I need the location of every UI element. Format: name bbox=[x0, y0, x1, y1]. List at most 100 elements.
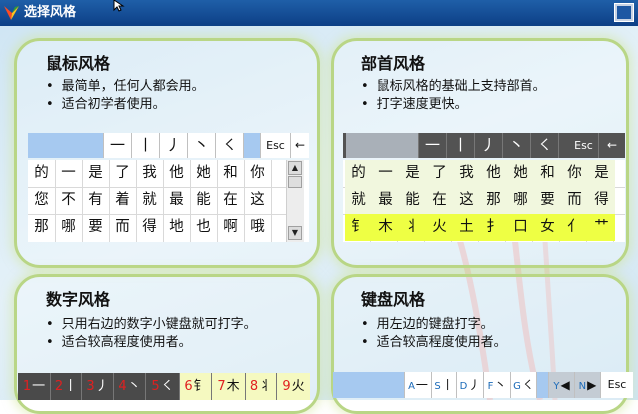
candidate-char[interactable]: 就 bbox=[136, 187, 163, 214]
radical-key[interactable]: 女 bbox=[534, 214, 561, 241]
candidate-char[interactable]: 的 bbox=[28, 160, 55, 187]
mouse-cursor-icon bbox=[113, 0, 125, 12]
candidate-char[interactable]: 而 bbox=[109, 214, 136, 241]
next-page-key[interactable]: N▶ bbox=[575, 372, 601, 398]
candidate-char[interactable]: 得 bbox=[136, 214, 163, 241]
stroke-key[interactable]: ㇛ bbox=[216, 133, 244, 158]
scroll-down-button[interactable]: ▼ bbox=[288, 226, 302, 240]
candidate-char[interactable]: 和 bbox=[217, 160, 244, 187]
backspace-button[interactable]: ← bbox=[291, 133, 309, 158]
candidate-char[interactable]: 得 bbox=[588, 187, 615, 214]
radical-key[interactable]: 口 bbox=[507, 214, 534, 241]
number-key[interactable]: 4丶 bbox=[114, 373, 146, 400]
candidate-char[interactable]: 那 bbox=[480, 187, 507, 214]
number-key[interactable]: 8丬 bbox=[246, 373, 277, 400]
radical-stroke-bar: 一 丨 丿 丶 ㇛ Esc ← bbox=[343, 133, 625, 158]
candidate-char[interactable]: 在 bbox=[217, 187, 244, 214]
input-box[interactable] bbox=[346, 133, 419, 158]
candidate-char[interactable]: 啊 bbox=[217, 214, 244, 241]
radical-key[interactable]: 丬 bbox=[399, 214, 426, 241]
keyboard-key[interactable]: G㇛ bbox=[511, 372, 537, 398]
number-key[interactable]: 2丨 bbox=[51, 373, 82, 400]
scroll-thumb[interactable] bbox=[288, 176, 302, 188]
esc-button[interactable]: Esc bbox=[601, 372, 633, 398]
stroke-key[interactable]: ㇛ bbox=[531, 133, 559, 158]
number-key[interactable]: 5㇛ bbox=[146, 373, 180, 400]
radical-key[interactable]: 钅 bbox=[345, 214, 372, 241]
candidate-char[interactable]: 就 bbox=[345, 187, 372, 214]
radical-key[interactable]: 亻 bbox=[561, 214, 588, 241]
number-key[interactable]: 3丿 bbox=[82, 373, 114, 400]
candidate-char[interactable]: 最 bbox=[163, 187, 190, 214]
number-key[interactable]: 7木 bbox=[212, 373, 246, 400]
number-key[interactable]: 1一 bbox=[18, 373, 51, 400]
candidate-char[interactable]: 的 bbox=[345, 160, 372, 187]
candidate-char[interactable]: 她 bbox=[507, 160, 534, 187]
esc-button[interactable]: Esc bbox=[261, 133, 291, 158]
stroke-key[interactable]: 丿 bbox=[475, 133, 503, 158]
candidate-char[interactable]: 您 bbox=[28, 187, 55, 214]
candidate-char[interactable]: 一 bbox=[372, 160, 399, 187]
keyboard-key[interactable]: F丶 bbox=[484, 372, 511, 398]
esc-button[interactable]: Esc bbox=[569, 133, 599, 158]
candidate-char[interactable]: 他 bbox=[163, 160, 190, 187]
candidate-char[interactable]: 能 bbox=[399, 187, 426, 214]
candidate-char[interactable]: 不 bbox=[55, 187, 82, 214]
radical-key[interactable]: 火 bbox=[426, 214, 453, 241]
keyboard-key[interactable]: D丿 bbox=[457, 372, 484, 398]
candidate-char[interactable]: 哦 bbox=[244, 214, 271, 241]
radical-key[interactable]: 土 bbox=[453, 214, 480, 241]
stroke-key[interactable]: 丿 bbox=[160, 133, 188, 158]
candidate-char[interactable]: 这 bbox=[453, 187, 480, 214]
candidate-scrollbar[interactable]: ▲ ▼ bbox=[286, 160, 304, 242]
candidate-char[interactable]: 是 bbox=[399, 160, 426, 187]
stroke-key[interactable]: 一 bbox=[419, 133, 447, 158]
candidate-char[interactable]: 着 bbox=[109, 187, 136, 214]
close-button[interactable] bbox=[614, 3, 634, 22]
radical-key[interactable]: 扌 bbox=[480, 214, 507, 241]
stroke-key[interactable]: 丨 bbox=[447, 133, 475, 158]
radical-key[interactable]: 木 bbox=[372, 214, 399, 241]
candidate-char[interactable]: 最 bbox=[372, 187, 399, 214]
candidate-char[interactable]: 和 bbox=[534, 160, 561, 187]
candidate-char[interactable]: 也 bbox=[190, 214, 217, 241]
candidate-char[interactable]: 一 bbox=[55, 160, 82, 187]
number-key[interactable]: 6钅 bbox=[180, 373, 212, 400]
candidate-char[interactable]: 了 bbox=[426, 160, 453, 187]
input-box[interactable] bbox=[333, 372, 405, 398]
stroke-key[interactable]: 一 bbox=[104, 133, 132, 158]
candidate-char[interactable]: 地 bbox=[163, 214, 190, 241]
stroke-key[interactable]: 丨 bbox=[132, 133, 160, 158]
candidate-char[interactable]: 哪 bbox=[55, 214, 82, 241]
candidate-char[interactable]: 而 bbox=[561, 187, 588, 214]
stroke-key[interactable]: 丶 bbox=[188, 133, 216, 158]
candidate-char[interactable]: 是 bbox=[82, 160, 109, 187]
backspace-button[interactable]: ← bbox=[599, 133, 625, 158]
candidate-char[interactable]: 你 bbox=[561, 160, 588, 187]
candidate-char[interactable]: 我 bbox=[453, 160, 480, 187]
candidate-char[interactable]: 能 bbox=[190, 187, 217, 214]
input-box[interactable] bbox=[28, 133, 104, 158]
radical-key[interactable]: 艹 bbox=[588, 214, 615, 241]
candidate-char[interactable]: 要 bbox=[82, 214, 109, 241]
candidate-char[interactable]: 是 bbox=[588, 160, 615, 187]
keyboard-key[interactable]: A一 bbox=[405, 372, 432, 398]
keyboard-key[interactable]: S丨 bbox=[432, 372, 457, 398]
window-title: 选择风格 bbox=[24, 5, 77, 20]
candidate-char[interactable]: 你 bbox=[244, 160, 271, 187]
scroll-up-button[interactable]: ▲ bbox=[288, 161, 302, 175]
candidate-char[interactable]: 那 bbox=[28, 214, 55, 241]
candidate-char[interactable]: 他 bbox=[480, 160, 507, 187]
candidate-char[interactable]: 我 bbox=[136, 160, 163, 187]
stroke-key[interactable]: 丶 bbox=[503, 133, 531, 158]
candidate-char[interactable]: 她 bbox=[190, 160, 217, 187]
candidate-char[interactable]: 在 bbox=[426, 187, 453, 214]
prev-page-key[interactable]: Y◀ bbox=[549, 372, 575, 398]
candidate-char[interactable]: 要 bbox=[534, 187, 561, 214]
candidate-char[interactable]: 这 bbox=[244, 187, 271, 214]
mouse-stroke-bar: 一 丨 丿 丶 ㇛ Esc ← bbox=[28, 133, 309, 158]
number-key[interactable]: 9火 bbox=[277, 373, 310, 400]
candidate-char[interactable]: 了 bbox=[109, 160, 136, 187]
candidate-char[interactable]: 有 bbox=[82, 187, 109, 214]
candidate-char[interactable]: 哪 bbox=[507, 187, 534, 214]
